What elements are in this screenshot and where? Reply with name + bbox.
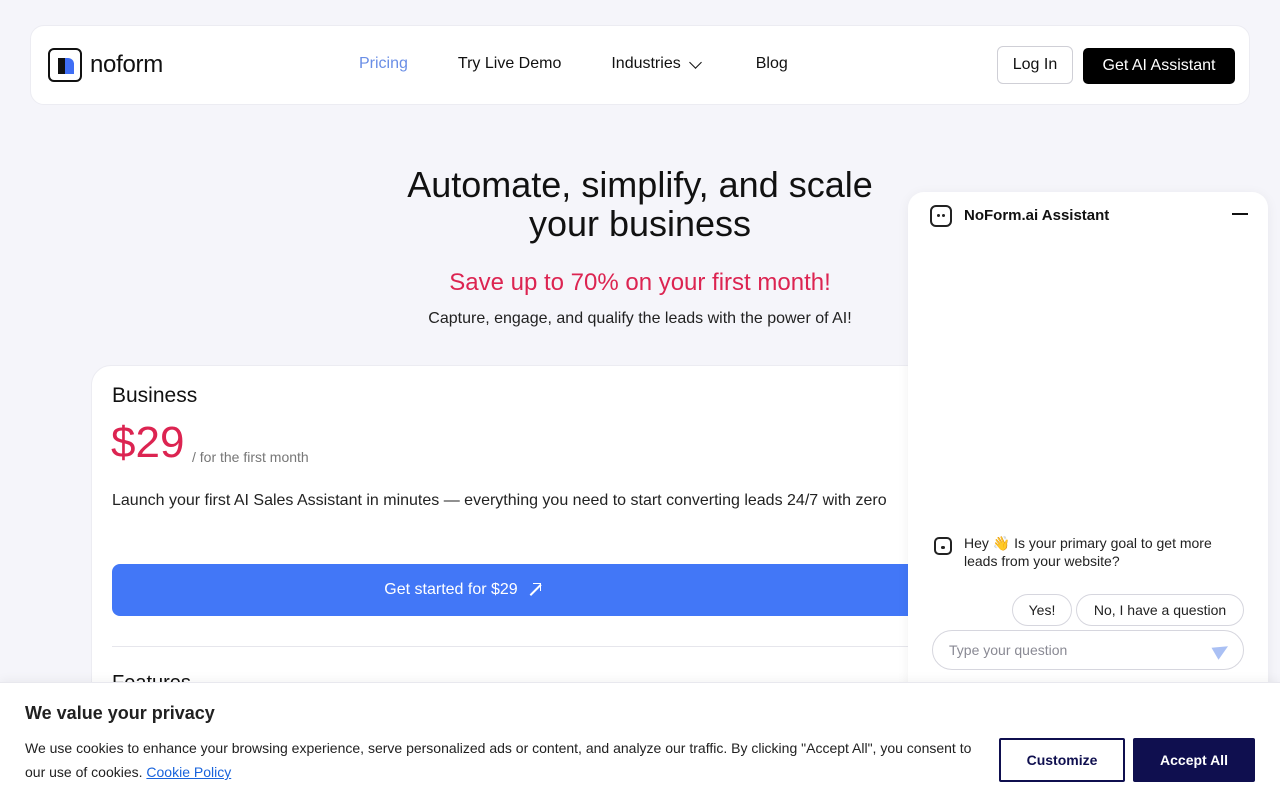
nav-industries[interactable]: Industries [611, 55, 702, 73]
quick-reply-yes[interactable]: Yes! [1012, 594, 1072, 626]
hero-title-line-2: your business [528, 203, 752, 244]
chat-input[interactable] [932, 630, 1244, 670]
quick-reply-question[interactable]: No, I have a question [1076, 594, 1244, 626]
logo[interactable]: noform [48, 48, 163, 82]
nav-industries-label: Industries [611, 55, 681, 72]
plan-price-note: / for the first month [192, 449, 309, 465]
hero-title: Automate, simplify, and scale your busin… [340, 165, 940, 243]
nav-try-live-demo[interactable]: Try Live Demo [458, 55, 561, 73]
arrow-up-right-icon [528, 583, 541, 596]
logo-text: noform [90, 51, 163, 78]
cookie-title: We value your privacy [25, 703, 215, 723]
cookie-policy-link[interactable]: Cookie Policy [146, 764, 231, 780]
main-nav: Pricing Try Live Demo Industries Blog [359, 55, 788, 73]
cookie-text: We use cookies to enhance your browsing … [25, 736, 985, 784]
hero-subtitle: Capture, engage, and qualify the leads w… [428, 310, 852, 327]
site-header: noform Pricing Try Live Demo Industries … [30, 25, 1250, 105]
chevron-down-icon [688, 55, 702, 69]
cookie-banner: We value your privacy We use cookies to … [0, 682, 1280, 800]
hero-save-text: Save up to 70% on your first month! [449, 269, 831, 296]
get-ai-assistant-button[interactable]: Get AI Assistant [1083, 48, 1235, 84]
logo-mark-icon [48, 48, 82, 82]
chat-title: NoForm.ai Assistant [964, 207, 1110, 224]
bot-avatar-icon [934, 537, 952, 555]
chat-widget: NoForm.ai Assistant Hey 👋 Is your primar… [908, 192, 1268, 712]
plan-name: Business [112, 384, 198, 407]
login-button[interactable]: Log In [997, 46, 1073, 84]
get-started-label: Get started for $29 [384, 581, 518, 598]
plan-price: $29 [111, 418, 185, 467]
bot-icon [930, 205, 952, 227]
hero-title-line-1: Automate, simplify, and scale [407, 164, 873, 205]
accept-all-button[interactable]: Accept All [1133, 738, 1255, 782]
minimize-icon[interactable] [1232, 213, 1248, 215]
nav-blog[interactable]: Blog [756, 55, 788, 73]
customize-button[interactable]: Customize [999, 738, 1125, 782]
nav-pricing[interactable]: Pricing [359, 55, 408, 73]
chat-message: Hey 👋 Is your primary goal to get more l… [964, 535, 1212, 569]
plan-description: Launch your first AI Sales Assistant in … [112, 492, 887, 509]
